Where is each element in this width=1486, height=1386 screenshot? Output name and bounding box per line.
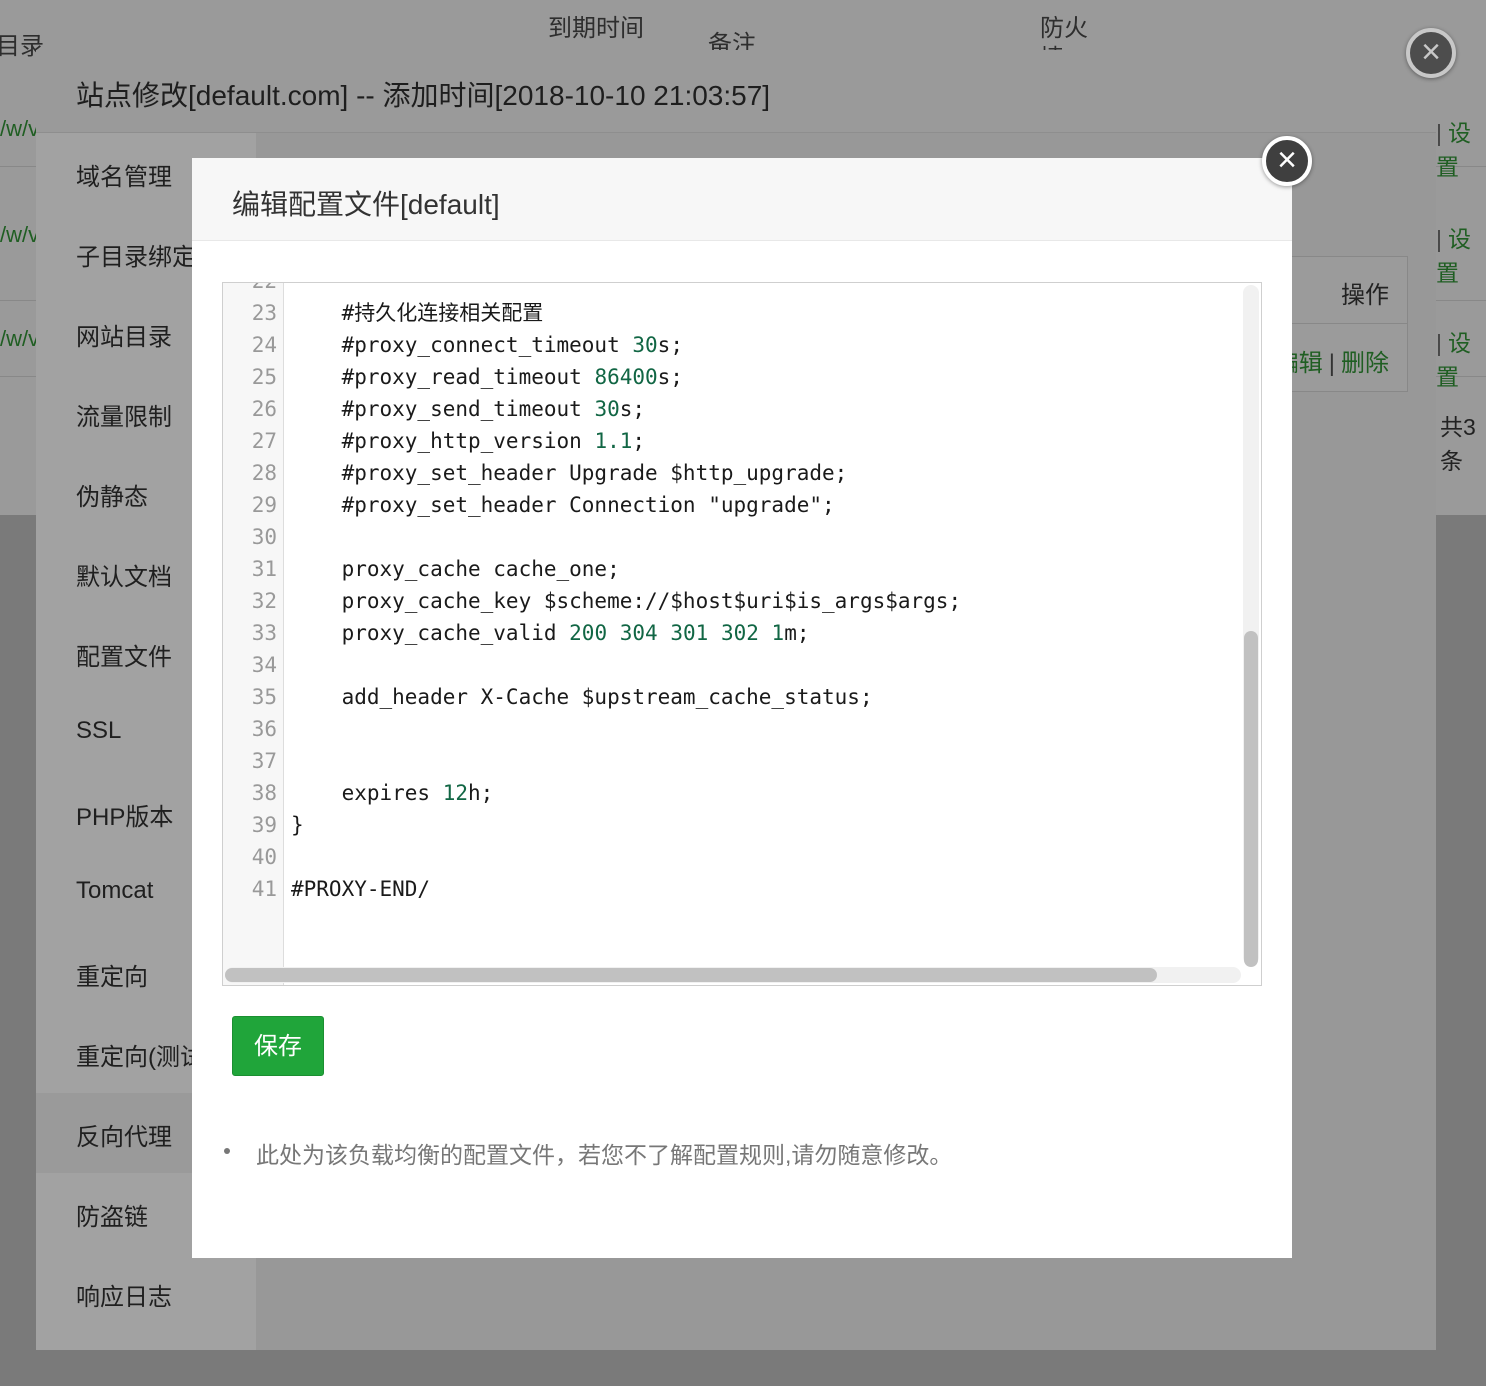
line-number: 36 (251, 717, 277, 741)
line-number: 30 (251, 525, 277, 549)
code-text: add_header X-Cache $upstream_cache_statu… (291, 685, 873, 709)
sidebar-item-access-log[interactable]: 响应日志 (36, 1253, 256, 1333)
site-settings-title: 站点修改[default.com] -- 添加时间[2018-10-10 21:… (76, 80, 771, 111)
edit-config-title: 编辑配置文件[default] (232, 189, 500, 220)
code-text: } (291, 813, 304, 837)
config-warning-tip: 此处为该负载均衡的配置文件，若您不了解配置规则,请勿随意修改。 (256, 1142, 953, 1168)
edit-config-dialog: 编辑配置文件[default] 2223 #持久化连接相关配置24 #proxy… (192, 158, 1292, 1258)
horizontal-scrollbar[interactable] (225, 967, 1241, 983)
code-line: 23 #持久化连接相关配置 (223, 297, 1223, 329)
code-line: 27 #proxy_http_version 1.1; (223, 425, 1223, 457)
site-settings-link[interactable]: | 设置 (1436, 114, 1486, 182)
line-number: 32 (251, 589, 277, 613)
code-text: #proxy_http_version 1.1; (291, 429, 646, 453)
code-text: #PROXY-END/ (291, 877, 431, 901)
tip-bullet (224, 1148, 230, 1154)
code-text: #proxy_set_header Upgrade $http_upgrade; (291, 461, 848, 485)
edit-config-title-bar: 编辑配置文件[default] (192, 158, 1292, 241)
code-text: expires 12h; (291, 781, 494, 805)
column-expire: 到期时间 (548, 15, 644, 42)
code-text: #proxy_send_timeout 30s; (291, 397, 646, 421)
line-number: 22 (223, 283, 277, 297)
line-number: 31 (251, 557, 277, 581)
code-text: proxy_cache_key $scheme://$host$uri$is_a… (291, 589, 962, 613)
line-number: 34 (251, 653, 277, 677)
code-line: 32 proxy_cache_key $scheme://$host$uri$i… (223, 585, 1223, 617)
line-number: 35 (251, 685, 277, 709)
code-text: #proxy_connect_timeout 30s; (291, 333, 683, 357)
site-path: /w/v (0, 326, 40, 351)
code-line: 40 (223, 841, 1223, 873)
code-line: 26 #proxy_send_timeout 30s; (223, 393, 1223, 425)
code-line: 35 add_header X-Cache $upstream_cache_st… (223, 681, 1223, 713)
line-number: 29 (251, 493, 277, 517)
line-number: 28 (251, 461, 277, 485)
code-line: 24 #proxy_connect_timeout 30s; (223, 329, 1223, 361)
site-settings-link[interactable]: | 设置 (1436, 220, 1486, 288)
site-path: /w/v (0, 222, 40, 247)
code-text: #proxy_read_timeout 86400s; (291, 365, 683, 389)
code-line: 29 #proxy_set_header Connection "upgrade… (223, 489, 1223, 521)
code-line: 36 (223, 713, 1223, 745)
code-line: 39} (223, 809, 1223, 841)
code-line: 25 #proxy_read_timeout 86400s; (223, 361, 1223, 393)
close-icon[interactable]: × (1262, 136, 1312, 186)
line-number: 37 (251, 749, 277, 773)
horizontal-scroll-thumb[interactable] (225, 968, 1157, 982)
code-line: 28 #proxy_set_header Upgrade $http_upgra… (223, 457, 1223, 489)
site-settings-title-bar: 站点修改[default.com] -- 添加时间[2018-10-10 21:… (36, 50, 1436, 133)
line-number: 26 (251, 397, 277, 421)
code-text: proxy_cache cache_one; (291, 557, 620, 581)
site-settings-link[interactable]: | 设置 (1436, 324, 1486, 392)
code-line: 33 proxy_cache_valid 200 304 301 302 1m; (223, 617, 1223, 649)
line-number: 38 (251, 781, 277, 805)
site-path: /w/v (0, 116, 40, 141)
line-number: 40 (251, 845, 277, 869)
line-number: 25 (251, 365, 277, 389)
line-number: 27 (251, 429, 277, 453)
line-number: 24 (251, 333, 277, 357)
line-number: 41 (251, 877, 277, 901)
code-text: #proxy_set_header Connection "upgrade"; (291, 493, 835, 517)
config-code-editor[interactable]: 2223 #持久化连接相关配置24 #proxy_connect_timeout… (222, 282, 1262, 986)
save-button[interactable]: 保存 (232, 1016, 324, 1076)
code-line: 22 (223, 283, 1223, 297)
code-text: #持久化连接相关配置 (291, 301, 544, 325)
vertical-scrollbar[interactable] (1243, 285, 1259, 967)
delete-proxy-link[interactable]: 删除 (1341, 350, 1389, 377)
code-line: 30 (223, 521, 1223, 553)
total-count: 共3条 (1440, 414, 1476, 474)
code-line: 31 proxy_cache cache_one; (223, 553, 1223, 585)
line-number: 39 (251, 813, 277, 837)
vertical-scroll-thumb[interactable] (1244, 631, 1258, 967)
close-icon[interactable]: × (1406, 28, 1456, 78)
code-line: 37 (223, 745, 1223, 777)
line-number: 33 (251, 621, 277, 645)
code-line: 38 expires 12h; (223, 777, 1223, 809)
line-number: 23 (251, 301, 277, 325)
code-line: 34 (223, 649, 1223, 681)
code-line: 41 #PROXY-END/ (223, 873, 1223, 905)
code-text: proxy_cache_valid 200 304 301 302 1m; (291, 621, 810, 645)
